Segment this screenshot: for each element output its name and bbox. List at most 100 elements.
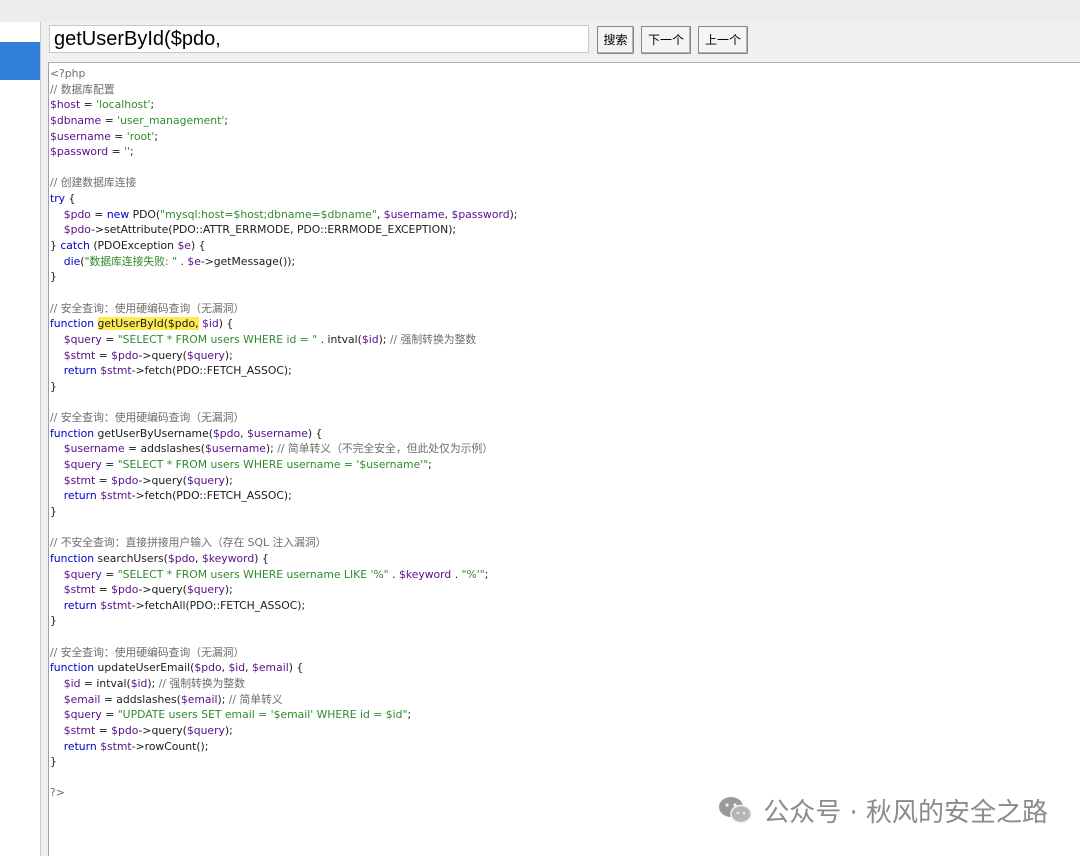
code-token: $pdo [111, 348, 139, 362]
code-token: catch [60, 239, 90, 253]
code-token: = [108, 145, 125, 159]
code-token: = [110, 129, 127, 143]
code-token: "%'" [461, 567, 485, 581]
code-line: $pdo = new PDO("mysql:host=$host;dbname=… [49, 207, 1080, 223]
code-token: searchUsers( [94, 551, 168, 565]
code-line: function getUserByUsername($pdo, $userna… [49, 426, 1080, 442]
code-token: $id [130, 676, 148, 690]
code-token: ); [265, 442, 278, 456]
code-token: ->setAttribute(PDO::ATTR_ERRMODE, PDO::E… [91, 223, 457, 237]
code-line: // 安全查询：使用硬编码查询（无漏洞） [49, 645, 1080, 661]
code-token: (PDOException [89, 239, 178, 253]
code-line: try { [49, 191, 1080, 207]
code-token: . intval( [317, 332, 362, 346]
code-token: ) { [288, 661, 304, 675]
code-line: $email = addslashes($email); // 简单转义 [49, 692, 1080, 708]
code-line: } [49, 379, 1080, 395]
code-line: $query = "SELECT * FROM users WHERE user… [49, 567, 1080, 583]
search-button[interactable]: 搜索 [597, 26, 634, 54]
code-token: updateUserEmail( [94, 661, 195, 675]
code-line: $password = ''; [49, 144, 1080, 160]
watermark: 公众号 · 秋风的安全之路 [717, 790, 1048, 830]
code-token: return [63, 739, 97, 753]
code-token: ); [224, 723, 233, 737]
code-token: "SELECT * FROM users WHERE id = " [117, 332, 318, 346]
code-token: $id [361, 332, 379, 346]
code-line: $stmt = $pdo->query($query); [49, 348, 1080, 364]
left-panel-selected-item[interactable] [0, 42, 40, 80]
code-line: } [49, 504, 1080, 520]
code-token: $email [63, 692, 101, 706]
code-line: function getUserById($pdo, $id) { [49, 316, 1080, 332]
wechat-icon [719, 797, 752, 824]
code-token: // 强制转换为整数 [389, 332, 477, 346]
search-input[interactable] [49, 25, 589, 53]
code-token: "SELECT * FROM users WHERE username LIKE… [117, 567, 389, 581]
code-token: "SELECT * FROM users WHERE username = '$… [117, 458, 429, 472]
code-token: ); [217, 692, 229, 706]
code-token: ; [130, 145, 134, 159]
code-line: } [49, 613, 1080, 629]
code-token: ) { [218, 317, 234, 331]
code-token: } [50, 504, 57, 518]
code-token: ->rowCount(); [131, 739, 209, 753]
code-line: } [49, 754, 1080, 770]
code-token: } [50, 270, 57, 284]
code-token: 'localhost' [96, 98, 151, 112]
code-token: new [106, 207, 130, 221]
code-token: ->query( [138, 723, 187, 737]
code-line: <?php [49, 66, 1080, 82]
code-token: // 简单转义（不完全安全，但此处仅为示例） [277, 442, 494, 456]
window-top-strip [0, 0, 1080, 22]
find-previous-button[interactable]: 上一个 [698, 26, 748, 54]
code-token: function [50, 426, 95, 440]
code-line: return $stmt->fetch(PDO::FETCH_ASSOC); [49, 363, 1080, 379]
code-token: // 安全查询：使用硬编码查询（无漏洞） [50, 411, 245, 425]
code-editor[interactable]: <?php// 数据库配置 $host = 'localhost'; $dbname… [48, 62, 1080, 856]
code-token: // 创建数据库连接 [50, 176, 137, 190]
code-token: return [63, 489, 97, 503]
code-token: try [50, 192, 66, 206]
code-token: $pdo [212, 426, 241, 440]
code-token: $email [180, 692, 218, 706]
code-token: $id [63, 676, 81, 690]
find-next-button[interactable]: 下一个 [641, 26, 691, 54]
code-token: 'user_management' [117, 113, 225, 127]
code-token: ; [407, 708, 412, 722]
code-token: // 简单转义 [228, 692, 283, 706]
code-token: } [50, 614, 57, 628]
code-token: $stmt [63, 473, 96, 487]
code-token: return [63, 364, 97, 378]
code-token: ; [428, 458, 432, 472]
search-bar: 搜索 下一个 上一个 [41, 22, 1080, 62]
code-token: . [177, 254, 188, 268]
code-token: = [101, 458, 118, 472]
code-token: $username [50, 129, 111, 143]
code-token: $username [63, 442, 125, 456]
code-line: return $stmt->rowCount(); [49, 739, 1080, 755]
code-line: function updateUserEmail($pdo, $id, $ema… [49, 660, 1080, 676]
code-token: function [50, 661, 95, 675]
code-token: = addslashes( [124, 442, 206, 456]
code-token: $stmt [63, 348, 96, 362]
code-token: ->getMessage()); [200, 254, 296, 268]
code-token: ->query( [138, 348, 187, 362]
code-token: ?> [50, 786, 65, 800]
code-token: $pdo [63, 207, 91, 221]
code-token: getUserByUsername( [94, 426, 213, 440]
code-token: $keyword [201, 551, 255, 565]
watermark-text: 公众号 · 秋风的安全之路 [763, 797, 1048, 828]
code-token: $e [177, 239, 191, 253]
